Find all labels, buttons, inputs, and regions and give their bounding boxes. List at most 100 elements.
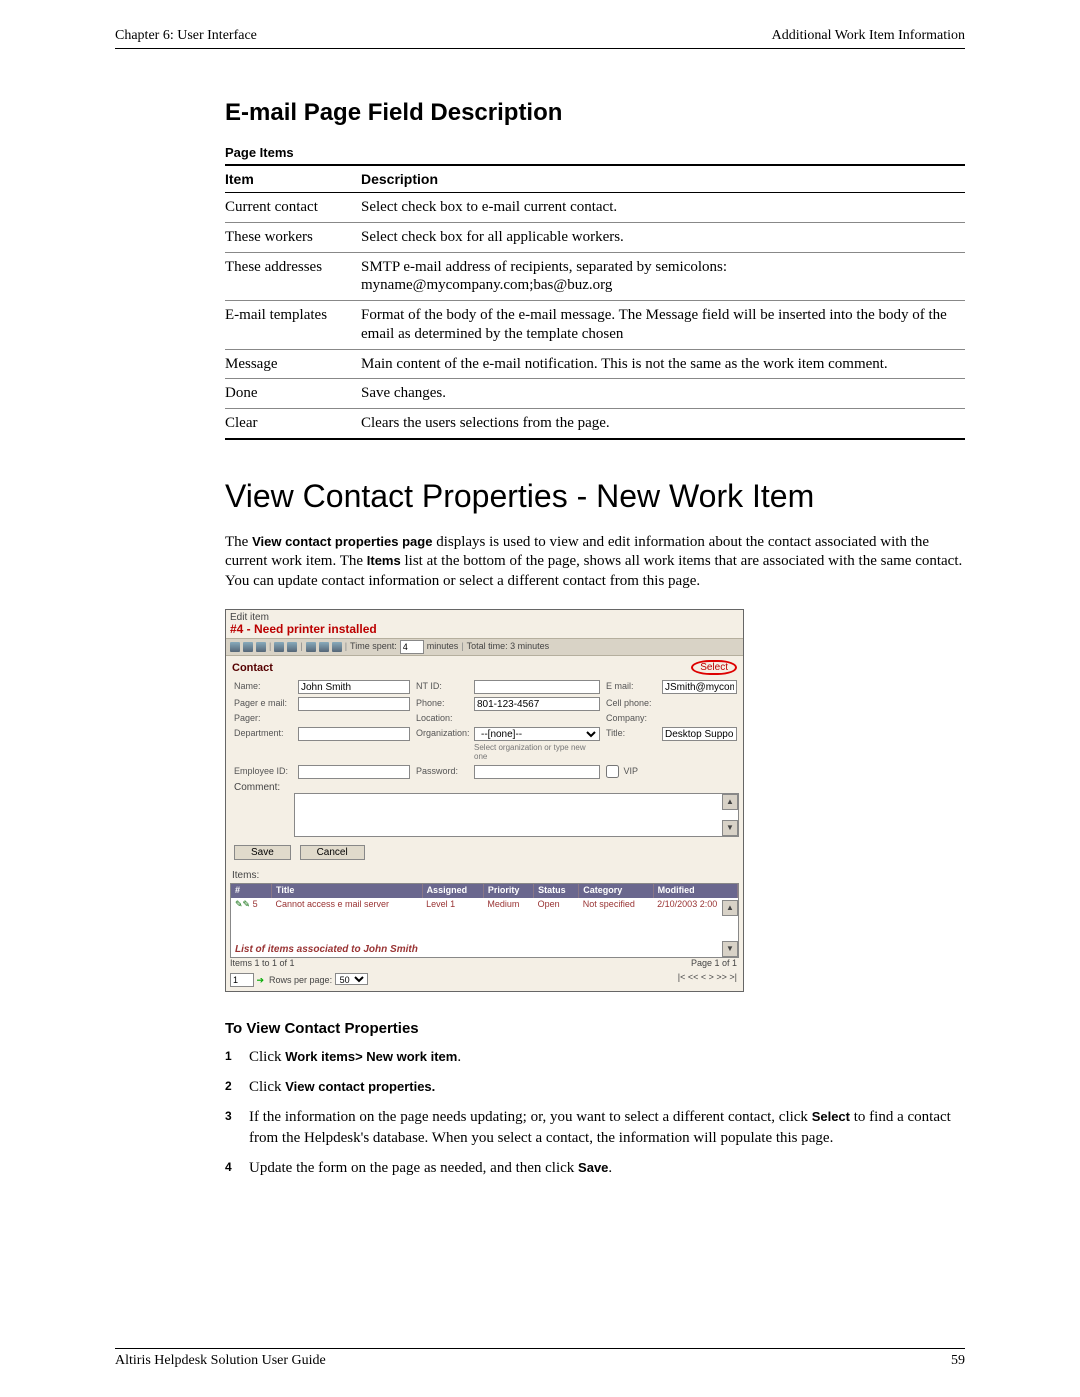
table-row: These addressesSMTP e-mail address of re… [225, 252, 965, 301]
vip-label: VIP [624, 766, 639, 776]
cell-label: Cell phone: [606, 699, 656, 709]
title-input[interactable] [662, 727, 737, 741]
work-item-title: #4 - Need printer installed [226, 623, 743, 638]
comment-label: Comment: [234, 782, 292, 793]
vip-checkbox[interactable] [606, 765, 619, 778]
text-bold: Items [367, 553, 401, 568]
cell-desc: Save changes. [361, 379, 965, 409]
footer-title: Altiris Helpdesk Solution User Guide [115, 1353, 326, 1369]
dept-input[interactable] [298, 727, 410, 741]
org-note: Select organization or type new one [474, 744, 600, 762]
row-num: 5 [253, 899, 258, 909]
items-count: Items 1 to 1 of 1 [230, 959, 295, 969]
header-section: Additional Work Item Information [772, 28, 965, 44]
table-row: ClearClears the users selections from th… [225, 409, 965, 439]
cell-desc: Format of the body of the e-mail message… [361, 301, 965, 350]
text: The [225, 534, 252, 550]
toolbar-icon[interactable] [274, 642, 284, 652]
header-chapter: Chapter 6: User Interface [115, 28, 257, 44]
toolbar-icon[interactable] [332, 642, 342, 652]
phone-label: Phone: [416, 699, 468, 709]
row-icons[interactable]: ✎✎ [235, 899, 250, 909]
cell-desc: Main content of the e-mail notification.… [361, 349, 965, 379]
text: . [608, 1160, 612, 1176]
items-grid: # Title Assigned Priority Status Categor… [230, 883, 739, 958]
ntid-input[interactable] [474, 680, 600, 694]
email-label: E mail: [606, 682, 656, 692]
text: Click [249, 1049, 285, 1065]
text: Click [249, 1079, 285, 1095]
col-item: Item [225, 165, 361, 193]
time-spent-label: Time spent: [350, 642, 397, 652]
toolbar-icon[interactable] [306, 642, 316, 652]
scroll-up-icon[interactable]: ▲ [722, 794, 738, 810]
row-status: Open [534, 898, 579, 912]
scroll-up-icon[interactable]: ▲ [722, 900, 738, 916]
items-row[interactable]: ✎✎ 5 Cannot access e mail server Level 1… [231, 898, 738, 912]
cell-item: Message [225, 349, 361, 379]
toolbar-icon[interactable] [256, 642, 266, 652]
name-input[interactable] [298, 680, 410, 694]
col-desc: Description [361, 165, 965, 193]
emp-label: Employee ID: [234, 767, 292, 777]
text-bold: Work items> New work item [285, 1049, 457, 1064]
toolbar-icon[interactable] [243, 642, 253, 652]
cancel-button[interactable]: Cancel [300, 845, 365, 860]
dept-label: Department: [234, 729, 292, 739]
time-spent-input[interactable] [400, 640, 424, 654]
page-index-input[interactable] [230, 973, 254, 987]
cell-desc: Select check box for all applicable work… [361, 222, 965, 252]
step-4: Update the form on the page as needed, a… [225, 1158, 965, 1178]
table-row: DoneSave changes. [225, 379, 965, 409]
table-row: E-mail templatesFormat of the body of th… [225, 301, 965, 350]
select-button[interactable]: Select [691, 660, 737, 675]
row-title: Cannot access e mail server [272, 898, 423, 912]
header-divider [115, 48, 965, 49]
scroll-down-icon[interactable]: ▼ [722, 941, 738, 957]
col-num[interactable]: # [231, 884, 272, 898]
cell-item: These addresses [225, 252, 361, 301]
toolbar-icon[interactable] [319, 642, 329, 652]
cell-item: Current contact [225, 193, 361, 223]
toolbar-icon[interactable] [287, 642, 297, 652]
col-status[interactable]: Status [534, 884, 579, 898]
pagermail-input[interactable] [298, 697, 410, 711]
step-1: Click Work items> New work item. [225, 1047, 965, 1067]
app-screenshot: Edit item #4 - Need printer installed | … [225, 609, 744, 992]
step-3: If the information on the page needs upd… [225, 1107, 965, 1148]
comment-textarea[interactable]: ▲ ▼ [294, 793, 739, 837]
cell-desc: SMTP e-mail address of recipients, separ… [361, 252, 965, 301]
contact-header: Contact [232, 662, 273, 674]
text-bold: Select [812, 1109, 850, 1124]
scroll-down-icon[interactable]: ▼ [722, 820, 738, 836]
phone-input[interactable] [474, 697, 600, 711]
emp-input[interactable] [298, 765, 410, 779]
col-category[interactable]: Category [579, 884, 653, 898]
row-priority: Medium [483, 898, 533, 912]
save-button[interactable]: Save [234, 845, 291, 860]
steps-title: To View Contact Properties [225, 1020, 965, 1037]
col-assigned[interactable]: Assigned [422, 884, 483, 898]
col-title[interactable]: Title [272, 884, 423, 898]
go-arrow-icon[interactable]: ➔ [257, 976, 267, 984]
email-input[interactable] [662, 680, 737, 694]
col-priority[interactable]: Priority [483, 884, 533, 898]
toolbar-icon[interactable] [230, 642, 240, 652]
page-items-table: Item Description Current contactSelect c… [225, 164, 965, 440]
steps-list: Click Work items> New work item. Click V… [225, 1047, 965, 1178]
text: Update the form on the page as needed, a… [249, 1160, 578, 1176]
text-bold: View contact properties. [285, 1079, 435, 1094]
pwd-input[interactable] [474, 765, 600, 779]
separator: | [269, 642, 271, 652]
text: If the information on the page needs upd… [249, 1109, 812, 1125]
email-field-desc-title: E-mail Page Field Description [225, 99, 965, 127]
cell-desc: Select check box to e-mail current conta… [361, 193, 965, 223]
pager-nav[interactable]: |< << < > >> >| [678, 973, 737, 987]
separator: | [345, 642, 347, 652]
rows-per-page-select[interactable]: 50 [335, 973, 368, 985]
org-select[interactable]: --[none]-- [474, 727, 600, 741]
col-modified[interactable]: Modified [653, 884, 737, 898]
toolbar: | | | Time spent: minutes | Total time: … [226, 638, 743, 656]
pwd-label: Password: [416, 767, 468, 777]
assoc-note: List of items associated to John Smith [235, 944, 418, 955]
